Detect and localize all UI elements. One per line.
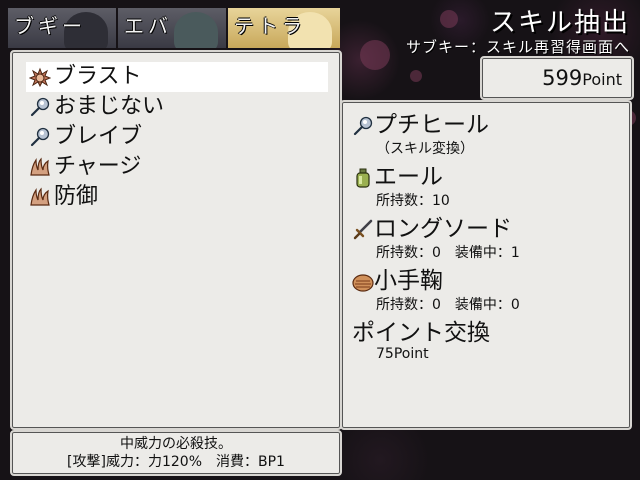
item-name: ロングソード bbox=[374, 216, 512, 242]
skill-label: ブレイブ bbox=[54, 124, 143, 149]
skill-label: チャージ bbox=[54, 154, 142, 179]
shell-icon bbox=[352, 274, 374, 292]
bg-bokeh bbox=[360, 40, 390, 70]
result-item[interactable]: プチヒール （スキル変換） bbox=[352, 110, 489, 158]
result-item[interactable]: 小手鞠 所持数：0 装備中：0 bbox=[352, 266, 520, 314]
bg-bokeh bbox=[440, 10, 458, 28]
magic-orb-icon bbox=[30, 127, 50, 147]
points-display: 599Point bbox=[542, 66, 622, 90]
tab-character-2[interactable]: エバ bbox=[118, 8, 226, 48]
magic-orb-icon bbox=[30, 97, 50, 117]
skill-item[interactable]: 防御 bbox=[26, 182, 328, 212]
spiked-shell-icon bbox=[29, 67, 51, 87]
item-name: 小手鞠 bbox=[374, 268, 443, 294]
skill-item[interactable]: ブラスト bbox=[26, 62, 328, 92]
tab-label: ブギー bbox=[14, 14, 86, 38]
extraction-result-panel: プチヒール （スキル変換） エール 所持数：10 ロングソード 所持数：0 装備… bbox=[340, 100, 632, 430]
item-name-row: ロングソード bbox=[352, 214, 520, 244]
item-name-row: プチヒール bbox=[352, 110, 489, 140]
item-name-row: ポイント交換 bbox=[352, 318, 490, 348]
potion-bottle-icon bbox=[356, 168, 370, 188]
points-value: 599 bbox=[542, 66, 583, 90]
item-name: ポイント交換 bbox=[352, 320, 490, 346]
portrait bbox=[174, 12, 218, 48]
skill-description-panel: 中威力の必殺技。 [攻撃]威力：力120% 消費：BP1 bbox=[10, 430, 342, 476]
result-item[interactable]: ポイント交換 75Point bbox=[352, 318, 490, 362]
skill-label: おまじない bbox=[54, 94, 165, 119]
skill-list: ブラスト おまじない ブレイブ チャージ 防御 bbox=[26, 62, 328, 212]
description-line-1: 中威力の必殺技。 bbox=[120, 436, 232, 452]
item-name-row: エール bbox=[352, 162, 450, 192]
screen-subtitle: サブキー：スキル再習得画面へ bbox=[405, 38, 630, 56]
item-name: エール bbox=[374, 164, 443, 190]
description-line-2: [攻撃]威力：力120% 消費：BP1 bbox=[67, 454, 285, 470]
skill-list-panel: ブラスト おまじない ブレイブ チャージ 防御 bbox=[10, 50, 342, 430]
claw-icon bbox=[30, 187, 50, 206]
sword-icon bbox=[353, 219, 373, 240]
item-name: プチヒール bbox=[374, 112, 489, 138]
magic-orb-icon bbox=[353, 116, 373, 136]
character-tabs: ブギー エバ テトラ bbox=[8, 8, 340, 48]
item-detail: 所持数：0 装備中：0 bbox=[376, 297, 520, 313]
item-name-row: 小手鞠 bbox=[352, 266, 520, 296]
item-detail: 所持数：10 bbox=[376, 193, 450, 209]
points-unit: Point bbox=[582, 70, 622, 89]
claw-icon bbox=[30, 157, 50, 176]
skill-item[interactable]: ブレイブ bbox=[26, 122, 328, 152]
bg-bokeh bbox=[410, 70, 422, 82]
item-detail: （スキル変換） bbox=[376, 141, 474, 157]
item-detail: 所持数：0 装備中：1 bbox=[376, 245, 520, 261]
result-item[interactable]: ロングソード 所持数：0 装備中：1 bbox=[352, 214, 520, 262]
item-detail: 75Point bbox=[376, 346, 429, 362]
tab-label: エバ bbox=[124, 14, 172, 38]
tab-label: テトラ bbox=[234, 14, 306, 38]
skill-label: ブラスト bbox=[54, 64, 142, 89]
points-box: 599Point bbox=[480, 56, 634, 100]
tab-character-3[interactable]: テトラ bbox=[228, 8, 340, 48]
result-item[interactable]: エール 所持数：10 bbox=[352, 162, 450, 210]
tab-character-1[interactable]: ブギー bbox=[8, 8, 116, 48]
skill-item[interactable]: おまじない bbox=[26, 92, 328, 122]
skill-label: 防御 bbox=[54, 184, 99, 209]
screen-title: スキル抽出 bbox=[489, 8, 630, 38]
skill-item[interactable]: チャージ bbox=[26, 152, 328, 182]
